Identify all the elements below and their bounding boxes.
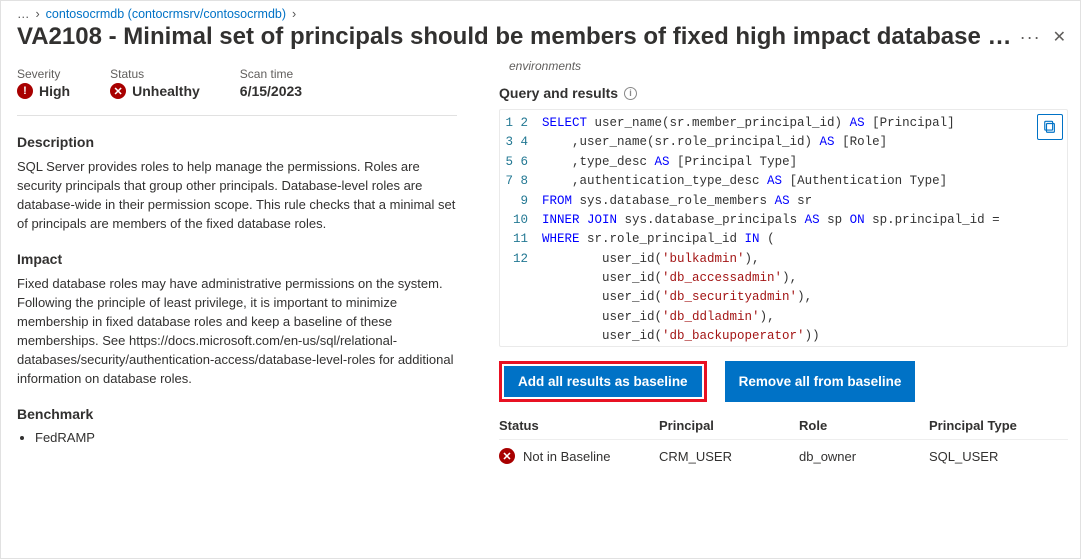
col-status: Status xyxy=(499,418,659,433)
row-role: db_owner xyxy=(799,449,929,464)
row-status: Not in Baseline xyxy=(523,449,610,464)
breadcrumb-link[interactable]: contosocrmdb (contocrmsrv/contosocrmdb) xyxy=(46,7,286,21)
more-actions-icon[interactable]: ··· xyxy=(1020,27,1041,48)
impact-text: Fixed database roles may have administra… xyxy=(17,275,457,388)
add-all-results-button[interactable]: Add all results as baseline xyxy=(504,366,702,397)
benchmark-item: FedRAMP xyxy=(35,430,457,445)
col-principal: Principal xyxy=(659,418,799,433)
impact-heading: Impact xyxy=(17,251,457,267)
col-principal-type: Principal Type xyxy=(929,418,1068,433)
severity-label: Severity xyxy=(17,67,70,81)
status-fail-icon: ✕ xyxy=(499,448,515,464)
scantime-label: Scan time xyxy=(240,67,302,81)
scantime-value: 6/15/2023 xyxy=(240,83,302,99)
close-icon[interactable]: ✕ xyxy=(1053,27,1066,47)
breadcrumb: … › contosocrmdb (contocrmsrv/contosocrm… xyxy=(1,1,1080,21)
description-heading: Description xyxy=(17,134,457,150)
environments-note: environments xyxy=(499,59,1068,79)
highlighted-action: Add all results as baseline xyxy=(499,361,707,402)
col-role: Role xyxy=(799,418,929,433)
table-row[interactable]: ✕ Not in Baseline CRM_USER db_owner SQL_… xyxy=(499,440,1068,468)
status-label: Status xyxy=(110,67,200,81)
row-ptype: SQL_USER xyxy=(929,449,1068,464)
severity-value: High xyxy=(39,83,70,99)
benchmark-heading: Benchmark xyxy=(17,406,457,422)
breadcrumb-ellipsis[interactable]: … xyxy=(17,7,30,21)
description-text: SQL Server provides roles to help manage… xyxy=(17,158,457,233)
query-results-label: Query and results xyxy=(499,85,618,101)
remove-all-baseline-button[interactable]: Remove all from baseline xyxy=(725,361,916,402)
chevron-right-icon: › xyxy=(36,7,40,21)
severity-high-icon: ! xyxy=(17,83,33,99)
row-principal: CRM_USER xyxy=(659,449,799,464)
status-value: Unhealthy xyxy=(132,83,200,99)
page-title: VA2108 - Minimal set of principals shoul… xyxy=(17,23,1020,51)
chevron-right-icon: › xyxy=(292,7,296,21)
sql-code: SELECT user_name(sr.member_principal_id)… xyxy=(534,110,1067,346)
unhealthy-icon: ✕ xyxy=(110,83,126,99)
sql-query-box: 1 2 3 4 5 6 7 8 9 10 11 12 SELECT user_n… xyxy=(499,109,1068,347)
copy-icon[interactable] xyxy=(1037,114,1063,140)
info-icon[interactable]: i xyxy=(624,87,637,100)
